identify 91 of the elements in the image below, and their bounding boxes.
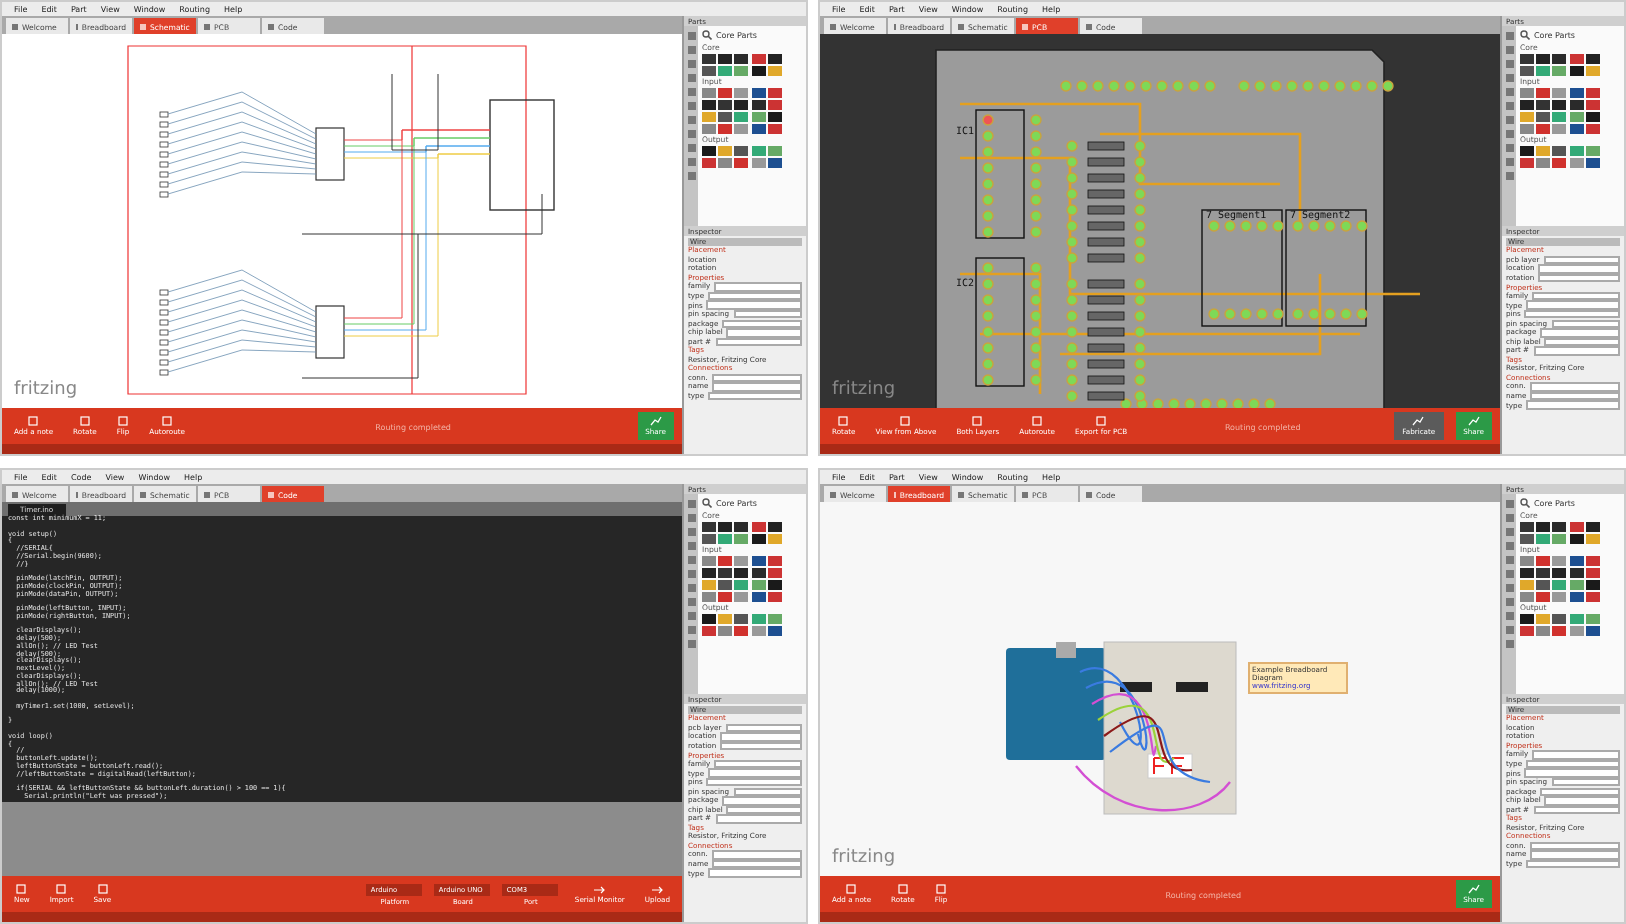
property-field[interactable] <box>706 300 802 310</box>
property-field[interactable] <box>1526 759 1620 769</box>
tool-icon <box>935 884 946 894</box>
view-icon <box>140 491 146 497</box>
property-field[interactable] <box>1538 273 1620 283</box>
property-field[interactable] <box>1533 346 1620 356</box>
property-field[interactable] <box>1538 264 1620 274</box>
tool-icon <box>97 884 108 894</box>
property-field[interactable] <box>1529 382 1620 392</box>
property-field[interactable] <box>1524 310 1620 319</box>
view-icon <box>1086 23 1092 29</box>
view-icon <box>1086 491 1092 497</box>
tool-icon <box>162 416 173 426</box>
search-icon[interactable] <box>702 498 712 508</box>
tool-icon <box>838 416 849 426</box>
fritzing-logo: fritzing <box>832 848 896 868</box>
property-field[interactable] <box>711 373 802 383</box>
property-field[interactable] <box>1544 337 1620 347</box>
property-field[interactable] <box>1543 255 1620 265</box>
property-field[interactable] <box>708 291 802 301</box>
search-icon[interactable] <box>702 30 712 40</box>
tool-icon <box>1467 416 1480 426</box>
tool-icon <box>79 416 90 426</box>
property-field[interactable] <box>1540 328 1620 338</box>
property-field[interactable] <box>726 328 802 338</box>
tool-icon <box>972 416 983 426</box>
view-icon <box>1022 491 1028 497</box>
property-field[interactable] <box>1551 319 1620 329</box>
property-field[interactable] <box>1526 300 1620 310</box>
arrow-icon <box>651 885 664 893</box>
property-field[interactable] <box>722 319 802 329</box>
property-field[interactable] <box>708 391 802 401</box>
property-field[interactable] <box>1529 841 1620 851</box>
property-field[interactable] <box>1532 750 1620 760</box>
search-icon[interactable] <box>1520 30 1530 40</box>
tool-icon <box>56 884 67 894</box>
property-field[interactable] <box>714 282 802 292</box>
fritzing-logo: fritzing <box>832 380 896 400</box>
view-icon <box>204 491 210 497</box>
property-field[interactable] <box>711 850 802 860</box>
property-field[interactable] <box>715 814 802 824</box>
tool-icon <box>1096 416 1107 426</box>
property-field[interactable] <box>712 382 802 392</box>
property-field[interactable] <box>1526 859 1620 869</box>
property-field[interactable] <box>1524 768 1620 778</box>
code-editor[interactable] <box>2 516 682 801</box>
property-field[interactable] <box>708 868 802 878</box>
property-field[interactable] <box>1551 778 1620 787</box>
property-field[interactable] <box>726 805 802 815</box>
tool-icon <box>897 884 908 894</box>
property-field[interactable] <box>1526 400 1620 410</box>
view-icon <box>830 491 836 497</box>
search-icon[interactable] <box>1520 498 1530 508</box>
property-field[interactable] <box>1540 787 1620 797</box>
property-field[interactable] <box>1532 291 1620 301</box>
property-field[interactable] <box>708 768 802 778</box>
property-field[interactable] <box>1544 796 1620 806</box>
property-field[interactable] <box>712 859 802 869</box>
view-icon <box>140 23 146 29</box>
tool-icon <box>649 416 662 426</box>
property-field[interactable] <box>720 732 802 742</box>
property-field[interactable] <box>1530 391 1620 401</box>
property-field[interactable] <box>1533 805 1620 815</box>
view-icon <box>958 491 964 497</box>
fritzing-logo: fritzing <box>14 380 78 400</box>
view-icon <box>204 23 210 29</box>
view-icon <box>268 23 274 29</box>
view-icon <box>1022 23 1028 29</box>
property-field[interactable] <box>733 310 802 319</box>
property-field[interactable] <box>1530 850 1620 860</box>
property-field[interactable] <box>714 759 802 769</box>
tool-icon <box>1467 884 1480 894</box>
view-icon <box>830 23 836 29</box>
tool-icon <box>1032 416 1043 426</box>
tool-icon <box>16 884 27 894</box>
tool-icon <box>1412 416 1425 426</box>
property-field[interactable] <box>720 741 802 751</box>
view-icon <box>268 491 274 497</box>
view-icon <box>12 23 18 29</box>
view-icon <box>12 491 18 497</box>
view-icon <box>958 23 964 29</box>
property-field[interactable] <box>706 778 802 787</box>
tool-icon <box>28 416 39 426</box>
arrow-icon <box>593 885 606 893</box>
tool-icon <box>117 416 128 426</box>
tool-icon <box>900 416 911 426</box>
property-field[interactable] <box>715 337 802 347</box>
tool-icon <box>846 884 857 894</box>
property-field[interactable] <box>733 787 802 797</box>
property-field[interactable] <box>722 796 802 806</box>
property-field[interactable] <box>725 723 802 733</box>
